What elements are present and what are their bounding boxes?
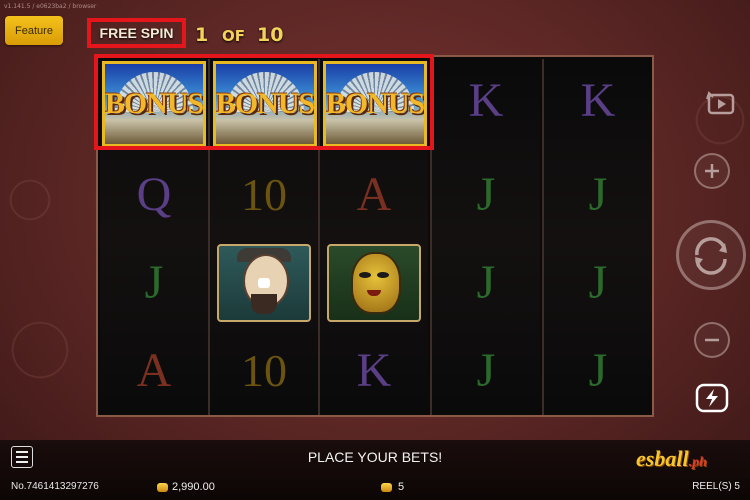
balance-value: 2,990.00	[172, 481, 215, 493]
brand-suffix: .ph	[688, 455, 707, 470]
symbol-10: 10	[241, 169, 287, 220]
wallet-icon	[157, 482, 168, 492]
spin-icon[interactable]	[676, 220, 746, 290]
free-spin-of: OF	[222, 27, 245, 45]
symbol-a: A	[356, 168, 392, 221]
auto-spin-icon[interactable]	[702, 84, 742, 124]
bonus-highlight-frame	[94, 54, 434, 150]
symbol-cell: A	[320, 153, 428, 237]
symbol-a: A	[136, 344, 172, 397]
symbol-cell: J	[432, 153, 540, 237]
symbol-cell: J	[432, 241, 540, 325]
symbol-k: K	[468, 74, 504, 127]
reels-count: REEL(S) 5	[692, 481, 740, 492]
version-text: v1.141.5 / e0623ba2 / browser	[4, 3, 97, 10]
free-spin-total: 10	[257, 24, 284, 46]
symbol-cell: J	[100, 241, 208, 325]
symbol-cell: 10	[210, 329, 318, 413]
symbol-j: J	[144, 256, 164, 309]
symbol-k: K	[356, 344, 392, 397]
minus-icon[interactable]	[694, 322, 730, 358]
symbol-cell: K	[544, 59, 652, 143]
symbol-j: J	[476, 168, 496, 221]
bet-value: 5	[398, 481, 405, 493]
symbol-j: J	[476, 256, 496, 309]
symbol-q: Q	[136, 168, 172, 221]
symbol-cell: J	[544, 329, 652, 413]
symbol-cell: K	[432, 59, 540, 143]
symbol-cell: J	[432, 329, 540, 413]
symbol-j: J	[588, 344, 608, 397]
symbol-j: J	[588, 168, 608, 221]
turbo-icon[interactable]	[692, 380, 732, 416]
plus-icon[interactable]	[694, 153, 730, 189]
symbol-j: J	[476, 344, 496, 397]
symbol-cell: J	[544, 153, 652, 237]
symbol-k: K	[580, 74, 616, 127]
balance-display: 2,990.00	[157, 481, 215, 493]
brand-main: esball	[636, 446, 689, 471]
ticket-number: No.7461413297276	[11, 481, 99, 492]
symbol-cell: J	[544, 241, 652, 325]
free-spin-label: FREE SPIN	[87, 18, 186, 48]
symbol-cell	[320, 241, 428, 325]
clown-face-icon	[217, 244, 311, 322]
free-spin-current: 1	[195, 24, 209, 46]
warrior-mask-icon	[327, 244, 421, 322]
feature-button[interactable]: Feature	[5, 16, 63, 45]
symbol-cell: A	[100, 329, 208, 413]
symbol-10: 10	[241, 345, 287, 396]
symbol-cell: Q	[100, 153, 208, 237]
brand-logo: esball.ph	[636, 446, 707, 472]
symbol-cell: K	[320, 329, 428, 413]
symbol-j: J	[588, 256, 608, 309]
coin-stack-icon	[381, 482, 392, 492]
bet-display: 5	[381, 481, 404, 493]
symbol-cell: 10	[210, 153, 318, 237]
symbol-cell	[210, 241, 318, 325]
